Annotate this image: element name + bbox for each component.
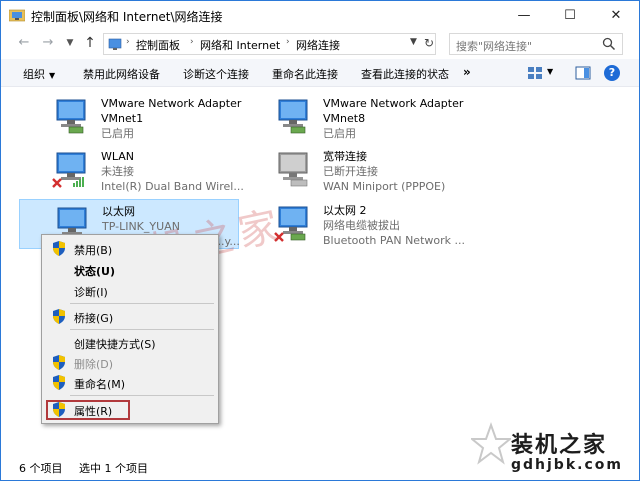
uac-shield-icon bbox=[53, 309, 65, 324]
connection-device: VMnet1 bbox=[101, 112, 144, 125]
back-arrow-icon[interactable]: ← bbox=[15, 34, 33, 52]
menu-item-label: 桥接(G) bbox=[74, 312, 114, 325]
network-folder-icon bbox=[9, 9, 25, 22]
command-bar: 组织 ▼ 禁用此网络设备 诊断这个连接 重命名此连接 查看此连接的状态 » ▼ ? bbox=[1, 59, 639, 87]
connection-device: Intel(R) Dual Band Wirel... bbox=[101, 180, 244, 193]
uac-shield-icon bbox=[53, 241, 65, 256]
connection-status: 网络电缆被拔出 bbox=[323, 219, 400, 232]
connection-vmnet8[interactable]: VMware Network Adapter VMnet8 已启用 bbox=[243, 92, 463, 141]
breadcrumb-separator: › bbox=[286, 37, 290, 47]
network-adapter-icon bbox=[56, 99, 86, 134]
uac-shield-icon bbox=[53, 402, 65, 417]
search-icon[interactable] bbox=[602, 37, 616, 51]
recent-locations-chevron-icon[interactable]: ▼ bbox=[61, 34, 79, 52]
breadcrumb-network-connections[interactable]: 网络连接 bbox=[296, 37, 340, 53]
logo-text: 装机之家 bbox=[511, 432, 608, 458]
connection-text: VMware Network Adapter VMnet8 已启用 bbox=[323, 96, 463, 141]
view-status-button[interactable]: 查看此连接的状态 bbox=[361, 66, 449, 82]
connection-name: VMware Network Adapter bbox=[101, 97, 242, 110]
connection-vmnet1[interactable]: VMware Network Adapter VMnet1 已启用 bbox=[21, 92, 241, 141]
control-panel-icon bbox=[108, 38, 122, 50]
maximize-button[interactable]: ☐ bbox=[547, 1, 593, 29]
connection-status: 已断开连接 bbox=[323, 165, 378, 178]
connection-text: VMware Network Adapter VMnet1 已启用 bbox=[101, 96, 241, 141]
site-logo: 装机之家 gdhjbk.com bbox=[471, 421, 636, 479]
connection-status: 已启用 bbox=[101, 127, 134, 140]
menu-item-label: 创建快捷方式(S) bbox=[74, 338, 156, 351]
logo-url: gdhjbk.com bbox=[511, 457, 623, 473]
menu-item-label: 删除(D) bbox=[74, 358, 114, 371]
connection-text: 宽带连接 已断开连接 WAN Miniport (PPPOE) bbox=[323, 149, 445, 194]
star-logo-icon bbox=[471, 422, 511, 465]
menu-item-label: 状态(U) bbox=[74, 265, 115, 278]
organize-menu[interactable]: 组织 ▼ bbox=[23, 66, 55, 82]
title-bar: 控制面板\网络和 Internet\网络连接 — ☐ ✕ bbox=[1, 1, 639, 29]
menu-separator bbox=[70, 303, 214, 304]
context-menu: 禁用(B) 状态(U) 诊断(I) 桥接(G) 创建快捷方式(S) 删除(D) … bbox=[41, 234, 219, 424]
menu-separator bbox=[70, 329, 214, 330]
uac-shield-icon bbox=[53, 375, 65, 390]
breadcrumb-network-internet[interactable]: 网络和 Internet bbox=[200, 37, 280, 53]
menu-item-bridge[interactable]: 桥接(G) bbox=[42, 307, 218, 327]
broadband-icon bbox=[278, 152, 308, 187]
address-row: ← → ▼ ↑ › 控制面板 › 网络和 Internet › 网络连接 ▼ ↻… bbox=[1, 29, 639, 57]
menu-item-rename[interactable]: 重命名(M) bbox=[42, 373, 218, 393]
more-commands-button[interactable]: » bbox=[463, 65, 471, 79]
menu-item-create-shortcut[interactable]: 创建快捷方式(S) bbox=[42, 333, 218, 353]
search-input[interactable]: 搜索"网络连接" bbox=[449, 33, 623, 55]
change-view-icon[interactable] bbox=[527, 66, 543, 80]
wlan-icon bbox=[52, 152, 86, 188]
address-dropdown-chevron-icon[interactable]: ▼ bbox=[410, 37, 417, 47]
search-placeholder: 搜索"网络连接" bbox=[456, 40, 533, 53]
view-options-chevron-icon[interactable]: ▼ bbox=[547, 67, 553, 76]
menu-item-label: 属性(R) bbox=[74, 405, 113, 418]
connection-name: 以太网 2 bbox=[323, 204, 367, 217]
menu-item-delete: 删除(D) bbox=[42, 353, 218, 373]
menu-item-label: 重命名(M) bbox=[74, 378, 126, 391]
connection-device: WAN Miniport (PPPOE) bbox=[323, 180, 446, 193]
address-bar[interactable]: › 控制面板 › 网络和 Internet › 网络连接 ▼ ↻ bbox=[103, 33, 436, 55]
disable-device-button[interactable]: 禁用此网络设备 bbox=[83, 66, 160, 82]
organize-label: 组织 bbox=[23, 68, 45, 81]
forward-arrow-icon[interactable]: → bbox=[39, 34, 57, 52]
connection-status: 未连接 bbox=[101, 165, 134, 178]
connection-broadband[interactable]: 宽带连接 已断开连接 WAN Miniport (PPPOE) bbox=[243, 145, 461, 193]
menu-item-disable[interactable]: 禁用(B) bbox=[42, 239, 218, 259]
chevron-down-icon: ▼ bbox=[49, 71, 56, 80]
rename-connection-button[interactable]: 重命名此连接 bbox=[272, 66, 338, 82]
menu-item-status[interactable]: 状态(U) bbox=[42, 260, 218, 280]
diagnose-connection-button[interactable]: 诊断这个连接 bbox=[183, 66, 249, 82]
help-icon[interactable]: ? bbox=[604, 65, 620, 81]
connection-device: VMnet8 bbox=[323, 112, 366, 125]
network-adapter-icon bbox=[278, 99, 308, 134]
connection-text: WLAN 未连接 Intel(R) Dual Band Wirel... bbox=[101, 149, 244, 194]
menu-separator bbox=[70, 395, 214, 396]
menu-item-diagnose[interactable]: 诊断(I) bbox=[42, 281, 218, 301]
uac-shield-icon bbox=[53, 355, 65, 370]
preview-pane-icon[interactable] bbox=[575, 66, 591, 80]
selected-count: 选中 1 个项目 bbox=[79, 462, 148, 475]
menu-item-properties[interactable]: 属性(R) bbox=[42, 400, 218, 420]
connection-text: 以太网 2 网络电缆被拔出 Bluetooth PAN Network ... bbox=[323, 203, 465, 248]
menu-item-label: 诊断(I) bbox=[74, 286, 108, 299]
breadcrumb-control-panel[interactable]: 控制面板 bbox=[136, 37, 180, 53]
minimize-button[interactable]: — bbox=[501, 1, 547, 29]
connection-wlan[interactable]: WLAN 未连接 Intel(R) Dual Band Wirel... bbox=[21, 145, 244, 193]
connection-device: Bluetooth PAN Network ... bbox=[323, 234, 465, 247]
refresh-icon[interactable]: ↻ bbox=[424, 36, 434, 50]
window-title: 控制面板\网络和 Internet\网络连接 bbox=[31, 10, 223, 24]
connection-name: WLAN bbox=[101, 150, 135, 163]
breadcrumb-separator: › bbox=[126, 37, 130, 47]
connection-status: 已启用 bbox=[323, 127, 356, 140]
close-button[interactable]: ✕ bbox=[593, 1, 639, 29]
connection-name: 宽带连接 bbox=[323, 150, 367, 163]
breadcrumb-separator: › bbox=[190, 37, 194, 47]
up-arrow-icon[interactable]: ↑ bbox=[81, 34, 99, 52]
network-connections-window: 控制面板\网络和 Internet\网络连接 — ☐ ✕ ← → ▼ ↑ › 控… bbox=[0, 0, 640, 481]
menu-item-label: 禁用(B) bbox=[74, 244, 113, 257]
item-count: 6 个项目 bbox=[19, 462, 63, 475]
connection-name: VMware Network Adapter bbox=[323, 97, 464, 110]
